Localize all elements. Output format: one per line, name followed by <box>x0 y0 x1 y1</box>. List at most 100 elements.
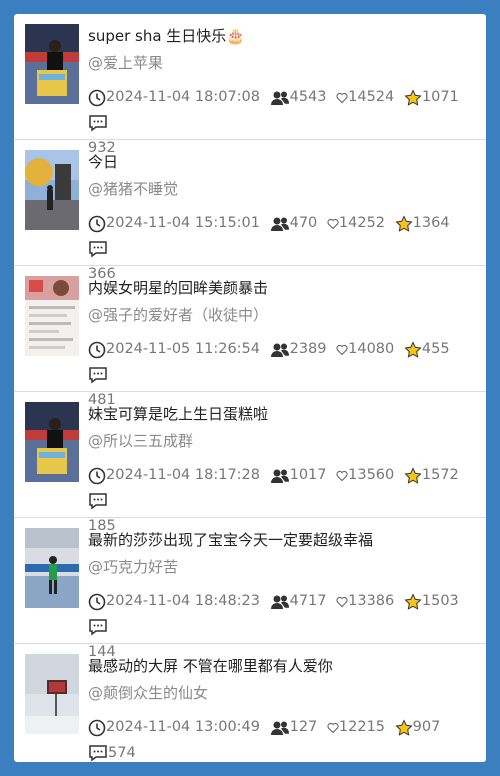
thumbnail-image[interactable] <box>25 24 79 104</box>
likes-text: 12215 <box>338 719 386 735</box>
users-icon <box>270 469 289 483</box>
comments-count[interactable] <box>88 240 108 258</box>
item-author[interactable]: @强子的爱好者（收徒中） <box>88 304 268 326</box>
list-item[interactable]: 妹宝可算是吃上生日蛋糕啦 @所以三五成群 2024-11-04 18:17:28… <box>14 392 486 534</box>
feed-panel: super sha 生日快乐🎂 @爱上苹果 2024-11-04 18:07:0… <box>14 14 486 762</box>
item-author[interactable]: @颠倒众生的仙女 <box>88 682 208 704</box>
heart-icon <box>336 470 348 481</box>
views-count: 470 <box>270 211 317 236</box>
list-item[interactable]: 最新的莎莎出现了宝宝今天一定要超级幸福 @巧克力好苦 2024-11-04 18… <box>14 518 486 660</box>
item-title[interactable]: 今日 <box>88 151 476 173</box>
item-title[interactable]: super sha 生日快乐🎂 <box>88 25 476 47</box>
time-text: 2024-11-04 18:07:08 <box>106 89 260 105</box>
likes-count[interactable]: 14080 <box>336 337 394 362</box>
item-title[interactable]: 最感动的大屏 不管在哪里都有人爱你 <box>88 655 476 677</box>
likes-text: 14080 <box>348 341 395 357</box>
timestamp: 2024-11-04 18:48:23 <box>88 589 260 614</box>
clock-icon <box>88 341 106 358</box>
stars-text: 1572 <box>421 467 459 483</box>
item-title[interactable]: 妹宝可算是吃上生日蛋糕啦 <box>88 403 476 425</box>
thumbnail-image[interactable] <box>25 654 79 734</box>
likes-count[interactable]: 13560 <box>336 463 394 488</box>
item-title[interactable]: 内娱女明星的回眸美颜暴击 <box>88 277 476 299</box>
comment-icon <box>89 366 107 383</box>
star-icon <box>395 214 413 232</box>
comment-icon <box>89 745 107 762</box>
stars-text: 1503 <box>421 593 459 609</box>
star-icon <box>404 466 422 484</box>
stars-count[interactable]: 907 <box>395 715 441 740</box>
stars-text: 907 <box>412 719 441 735</box>
likes-text: 13560 <box>348 467 395 483</box>
views-text: 1017 <box>289 467 327 483</box>
likes-text: 14252 <box>338 215 386 231</box>
stars-text: 455 <box>421 341 450 357</box>
time-text: 2024-11-05 11:26:54 <box>106 341 260 357</box>
comment-icon <box>89 492 107 509</box>
star-icon <box>404 592 422 610</box>
comment-icon <box>89 618 107 635</box>
thumbnail-image[interactable] <box>25 150 79 230</box>
likes-count[interactable]: 14524 <box>336 85 394 110</box>
clock-icon <box>88 467 106 484</box>
users-icon <box>270 721 289 735</box>
stars-count[interactable]: 455 <box>404 337 450 362</box>
list-item[interactable]: super sha 生日快乐🎂 @爱上苹果 2024-11-04 18:07:0… <box>14 14 486 156</box>
stars-count[interactable]: 1572 <box>404 463 459 488</box>
timestamp: 2024-11-04 18:17:28 <box>88 463 260 488</box>
clock-icon <box>88 215 106 232</box>
views-count: 4543 <box>270 85 327 110</box>
time-text: 2024-11-04 13:00:49 <box>106 719 260 735</box>
timestamp: 2024-11-04 13:00:49 <box>88 715 260 740</box>
timestamp: 2024-11-05 11:26:54 <box>88 337 260 362</box>
thumbnail-image[interactable] <box>25 276 79 356</box>
comments-count[interactable] <box>88 618 108 636</box>
star-icon <box>404 88 422 106</box>
clock-icon <box>88 89 106 106</box>
heart-icon <box>336 344 348 355</box>
item-author[interactable]: @所以三五成群 <box>88 430 193 452</box>
views-text: 2389 <box>289 341 327 357</box>
stars-text: 1364 <box>412 215 450 231</box>
comments-count[interactable]: 574 <box>88 741 136 763</box>
list-item[interactable]: 今日 @猪猪不睡觉 2024-11-04 15:15:01 470 14252 … <box>14 140 486 282</box>
clock-icon <box>88 593 106 610</box>
item-meta: 2024-11-04 13:00:49 127 12215 907 574 <box>88 715 478 762</box>
timestamp: 2024-11-04 18:07:08 <box>88 85 260 110</box>
users-icon <box>270 343 289 357</box>
users-icon <box>270 217 289 231</box>
clock-icon <box>88 719 106 736</box>
list-item[interactable]: 内娱女明星的回眸美颜暴击 @强子的爱好者（收徒中） 2024-11-05 11:… <box>14 266 486 408</box>
likes-count[interactable]: 14252 <box>327 211 385 236</box>
item-author[interactable]: @巧克力好苦 <box>88 556 178 578</box>
star-icon <box>404 340 422 358</box>
views-count: 4717 <box>270 589 327 614</box>
comment-icon <box>89 114 107 131</box>
likes-text: 14524 <box>348 89 395 105</box>
comment-icon <box>89 240 107 257</box>
comments-count[interactable] <box>88 114 108 132</box>
item-author[interactable]: @爱上苹果 <box>88 52 163 74</box>
thumbnail-image[interactable] <box>25 402 79 482</box>
stars-count[interactable]: 1071 <box>404 85 459 110</box>
heart-icon <box>327 722 339 733</box>
views-count: 2389 <box>270 337 327 362</box>
users-icon <box>270 595 289 609</box>
views-count: 127 <box>270 715 317 740</box>
likes-count[interactable]: 13386 <box>336 589 394 614</box>
views-text: 4717 <box>289 593 327 609</box>
list-item[interactable]: 最感动的大屏 不管在哪里都有人爱你 @颠倒众生的仙女 2024-11-04 13… <box>14 644 486 762</box>
views-text: 4543 <box>289 89 327 105</box>
views-count: 1017 <box>270 463 327 488</box>
item-title[interactable]: 最新的莎莎出现了宝宝今天一定要超级幸福 <box>88 529 476 551</box>
comments-count[interactable] <box>88 492 108 510</box>
heart-icon <box>327 218 339 229</box>
stars-count[interactable]: 1503 <box>404 589 459 614</box>
stars-count[interactable]: 1364 <box>395 211 450 236</box>
star-icon <box>395 718 413 736</box>
item-author[interactable]: @猪猪不睡觉 <box>88 178 178 200</box>
likes-count[interactable]: 12215 <box>327 715 385 740</box>
thumbnail-image[interactable] <box>25 528 79 608</box>
comments-count[interactable] <box>88 366 108 384</box>
heart-icon <box>336 596 348 607</box>
